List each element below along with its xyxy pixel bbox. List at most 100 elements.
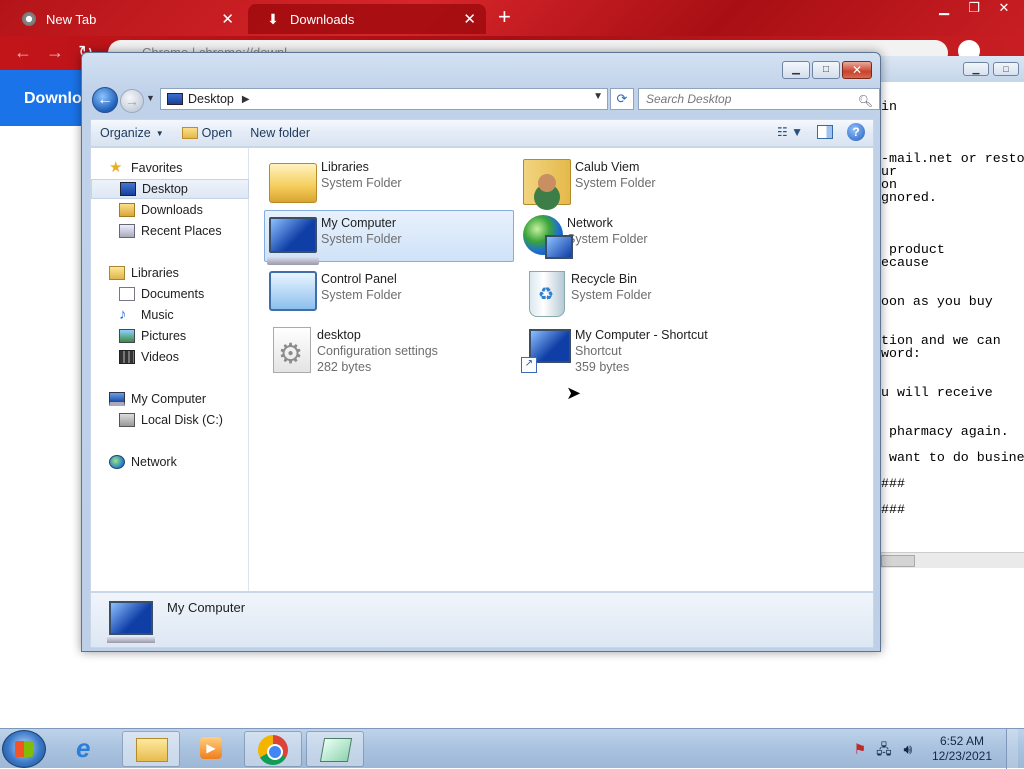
browser-window-controls: ▁ ❐ ✕ [932, 0, 1016, 18]
clock-time: 6:52 AM [939, 734, 984, 748]
breadcrumb-chevron-icon[interactable]: ▶ [242, 94, 250, 105]
item-type: System Folder [321, 176, 402, 190]
recent-pages-dropdown[interactable]: ▼ [146, 93, 155, 103]
close-tab-icon[interactable]: ✕ [463, 10, 476, 28]
notepad-text[interactable]: in -mail.net or resto ur on gnored. prod… [881, 100, 1024, 516]
browser-tab-strip: New Tab ✕ ⬇ Downloads ✕ + ▁ ❐ ✕ [0, 0, 1024, 36]
item-name: My Computer - Shortcut [575, 328, 708, 342]
address-bar[interactable]: Desktop ▶ ▼ [160, 88, 608, 110]
taskbar-notepad[interactable] [306, 731, 364, 767]
nav-local-disk[interactable]: Local Disk (C:) [91, 410, 249, 430]
videos-icon [119, 350, 135, 364]
item-type: System Folder [321, 288, 402, 302]
maximize-icon[interactable]: □ [993, 62, 1019, 76]
item-name: Network [567, 216, 613, 230]
nav-videos[interactable]: Videos [91, 347, 249, 367]
chrome-tab-icon [22, 12, 36, 26]
item-user-folder[interactable]: Calub Viem System Folder [518, 154, 768, 206]
nav-pictures[interactable]: Pictures [91, 326, 249, 346]
nav-music[interactable]: ♪ Music [91, 305, 249, 325]
tab-label: New Tab [46, 11, 97, 27]
window-controls: ▁ □ ✕ [782, 61, 872, 79]
scrollbar-thumb[interactable] [881, 555, 915, 567]
item-libraries[interactable]: Libraries System Folder [264, 154, 514, 206]
taskbar: ⚑ 🖧︎ 🔊︎ 6:52 AM 12/23/2021 [0, 728, 1024, 769]
minimize-icon[interactable]: ▁ [932, 0, 956, 18]
organize-button[interactable]: Organize ▼ [91, 122, 173, 144]
minimize-button[interactable]: ▁ [782, 61, 810, 79]
breadcrumb-desktop[interactable]: Desktop [188, 92, 234, 106]
refresh-button[interactable]: ⟳ [610, 88, 634, 110]
nav-label: Desktop [142, 182, 188, 196]
help-icon[interactable]: ? [847, 123, 865, 141]
nav-documents[interactable]: Documents [91, 284, 249, 304]
nav-downloads[interactable]: Downloads [91, 200, 249, 220]
action-center-icon[interactable]: ⚑ [852, 741, 868, 757]
taskbar-explorer[interactable] [122, 731, 180, 767]
folder-open-icon [181, 127, 198, 139]
browser-forward-icon[interactable]: → [46, 42, 64, 63]
nav-recent-places[interactable]: Recent Places [91, 221, 249, 241]
close-button[interactable]: ✕ [842, 61, 872, 79]
network-icon [523, 215, 573, 259]
close-tab-icon[interactable]: ✕ [221, 10, 234, 28]
desktop-icon [120, 182, 136, 196]
new-folder-button[interactable]: New folder [241, 122, 319, 144]
maximize-button[interactable]: □ [812, 61, 840, 79]
preview-pane-icon[interactable] [817, 125, 833, 139]
downloads-heading: Downlo [0, 70, 82, 126]
search-input[interactable]: Search Desktop 🔍︎ [638, 88, 880, 110]
tab-downloads[interactable]: ⬇ Downloads ✕ [248, 4, 486, 34]
nav-label: Recent Places [141, 224, 222, 238]
item-recycle-bin[interactable]: Recycle Bin System Folder [518, 266, 768, 318]
nav-desktop[interactable]: Desktop [91, 179, 249, 199]
search-icon[interactable]: 🔍︎ [858, 91, 873, 111]
item-network[interactable]: Network System Folder [518, 210, 768, 262]
tab-new-tab[interactable]: New Tab ✕ [4, 4, 244, 34]
command-bar: Organize ▼ Open New folder ☷ ▼ ? [90, 119, 874, 147]
nav-favorites[interactable]: ★ Favorites [91, 158, 249, 178]
documents-icon [119, 287, 135, 301]
horizontal-scrollbar[interactable] [881, 552, 1024, 568]
show-desktop-button[interactable] [1006, 729, 1018, 769]
search-placeholder: Search Desktop [646, 92, 732, 106]
taskbar-chrome[interactable] [244, 731, 302, 767]
file-list: Libraries System Folder Calub Viem System … [250, 148, 874, 591]
nav-libraries[interactable]: Libraries [91, 263, 249, 283]
music-icon: ♪ [119, 306, 127, 323]
change-view-icon[interactable]: ☷ ▼ [777, 125, 803, 139]
address-dropdown-icon[interactable]: ▼ [593, 91, 603, 102]
taskbar-internet-explorer[interactable] [60, 731, 118, 767]
new-tab-button[interactable]: + [498, 4, 511, 30]
nav-network[interactable]: Network [91, 452, 249, 472]
computer-icon [267, 217, 319, 265]
volume-icon[interactable]: 🔊︎ [900, 741, 916, 757]
explorer-window: ▁ □ ✕ ← → ▼ Desktop ▶ ▼ ⟳ Search Desktop… [81, 52, 881, 652]
recent-places-icon [119, 224, 135, 238]
close-icon[interactable]: ✕ [992, 0, 1016, 18]
network-icon [109, 455, 125, 469]
clock[interactable]: 6:52 AM 12/23/2021 [932, 734, 992, 764]
network-status-icon[interactable]: 🖧︎ [876, 741, 892, 757]
browser-back-icon[interactable]: ← [14, 42, 32, 63]
system-tray: ⚑ 🖧︎ 🔊︎ 6:52 AM 12/23/2021 [852, 729, 1018, 769]
minimize-icon[interactable]: ▁ [963, 62, 989, 76]
start-button[interactable] [2, 730, 46, 768]
settings-file-icon [273, 327, 311, 373]
item-computer-shortcut[interactable]: My Computer - Shortcut Shortcut 359 bytes [518, 322, 768, 382]
item-type: System Folder [321, 232, 402, 246]
navigation-bar: ← → ▼ Desktop ▶ ▼ ⟳ Search Desktop 🔍︎ [90, 85, 880, 113]
item-my-computer[interactable]: My Computer System Folder [264, 210, 514, 265]
view-controls: ☷ ▼ ? [777, 123, 865, 141]
item-control-panel[interactable]: Control Panel System Folder [264, 266, 514, 318]
forward-button[interactable]: → [120, 89, 144, 113]
open-button[interactable]: Open [173, 122, 242, 144]
nav-my-computer[interactable]: My Computer [91, 389, 249, 409]
taskbar-media-player[interactable] [182, 731, 240, 767]
new-folder-label: New folder [250, 126, 310, 140]
item-desktop-ini[interactable]: desktop Configuration settings 282 bytes [264, 322, 514, 382]
restore-icon[interactable]: ❐ [962, 0, 986, 18]
download-icon: ⬇ [267, 11, 279, 27]
clock-date: 12/23/2021 [931, 749, 992, 763]
back-button[interactable]: ← [92, 87, 118, 113]
